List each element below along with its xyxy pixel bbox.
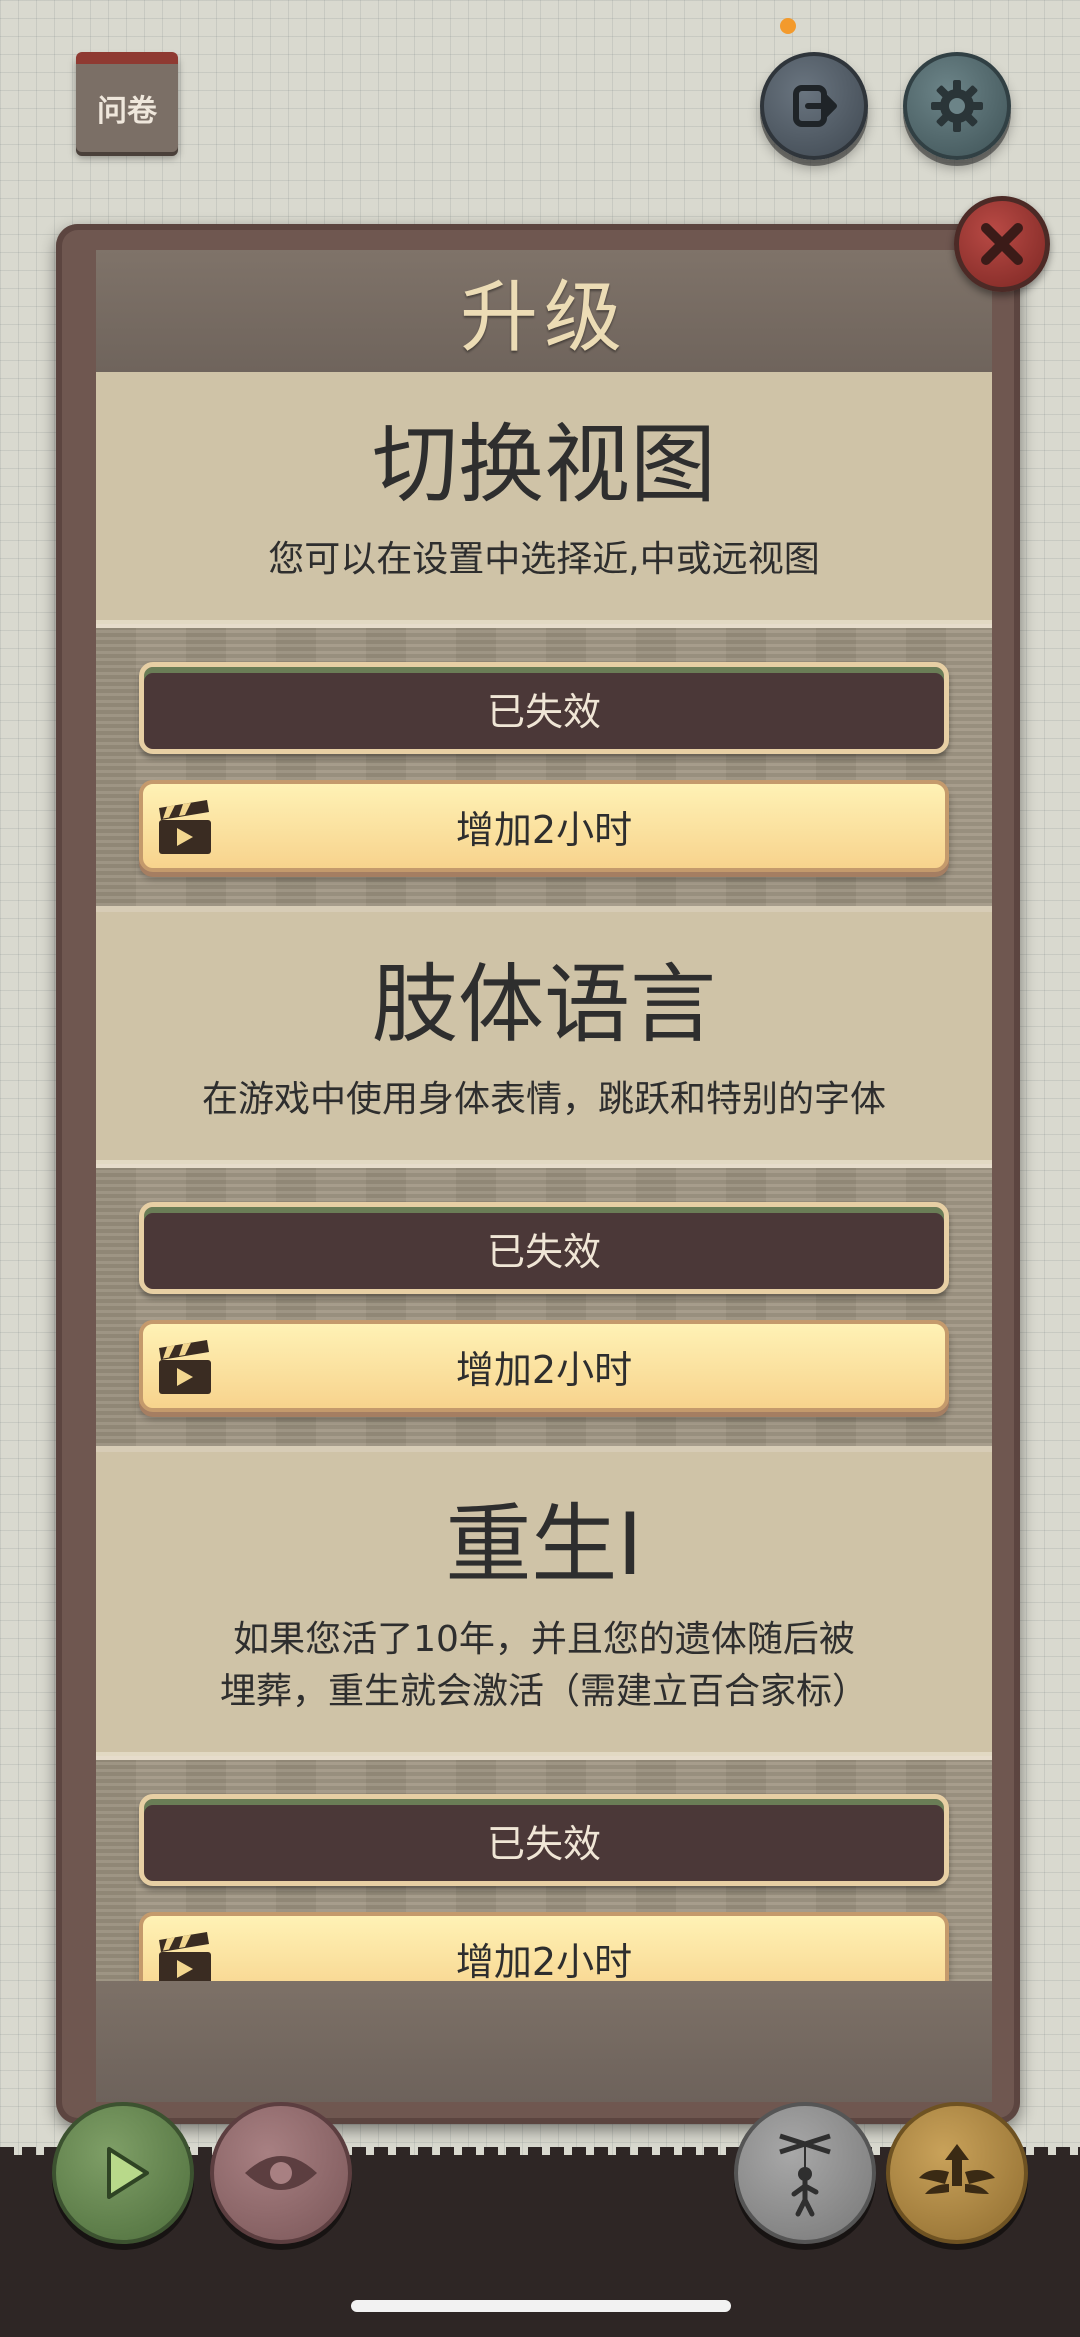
feature-title: 切换视图 [372, 415, 716, 515]
feature-title: 重生I [445, 1495, 643, 1595]
settings-button[interactable] [903, 52, 1011, 160]
clapperboard-icon [159, 1932, 211, 1981]
feature-info: 重生I 如果您活了10年，并且您的遗体随后被埋葬，重生就会激活（需建立百合家标） [96, 1452, 992, 1756]
play-button[interactable] [52, 2102, 194, 2244]
feature-actions: 已失效 增加2小时 [96, 624, 992, 912]
status-indicator-dot [780, 18, 796, 34]
feature-card: 肢体语言 在游戏中使用身体表情，跳跃和特别的字体 已失效 增加2小时 [96, 912, 992, 1452]
feature-info: 肢体语言 在游戏中使用身体表情，跳跃和特别的字体 [96, 912, 992, 1164]
upgrade-wings-button[interactable] [886, 2102, 1028, 2244]
survey-button[interactable]: 问卷 [76, 52, 178, 152]
eye-icon [245, 2156, 317, 2190]
expired-label: 已失效 [486, 1229, 601, 1274]
feature-description: 如果您活了10年，并且您的遗体随后被埋葬，重生就会激活（需建立百合家标） [219, 1619, 868, 1712]
upgrade-modal: 升级 切换视图 您可以在设置中选择近,中或远视图 已失效 增加2小时 肢体语言 … [96, 250, 992, 2102]
expired-label: 已失效 [486, 689, 601, 734]
add-time-button[interactable]: 增加2小时 [139, 1320, 949, 1412]
feature-card: 切换视图 您可以在设置中选择近,中或远视图 已失效 增加2小时 [96, 372, 992, 912]
play-icon [107, 2147, 149, 2199]
gear-icon [931, 80, 983, 132]
home-indicator[interactable] [351, 2300, 731, 2312]
modal-title: 升级 [96, 250, 992, 372]
puppet-icon [779, 2133, 831, 2217]
clapperboard-icon [159, 800, 211, 854]
exit-icon [793, 85, 837, 127]
feature-actions: 已失效 增加2小时 [96, 1756, 992, 1981]
add-time-label: 增加2小时 [455, 1347, 633, 1392]
expired-button[interactable]: 已失效 [139, 1794, 949, 1886]
feature-description: 您可以在设置中选择近,中或远视图 [268, 539, 820, 580]
close-button[interactable] [954, 196, 1050, 292]
feature-description: 在游戏中使用身体表情，跳跃和特别的字体 [201, 1079, 886, 1120]
survey-label: 问卷 [97, 94, 157, 129]
add-time-button[interactable]: 增加2小时 [139, 780, 949, 872]
exit-button[interactable] [760, 52, 868, 160]
clapperboard-icon [159, 1340, 211, 1394]
feature-title: 肢体语言 [372, 955, 716, 1055]
feature-actions: 已失效 增加2小时 [96, 1164, 992, 1452]
expired-label: 已失效 [486, 1821, 601, 1866]
feature-info: 切换视图 您可以在设置中选择近,中或远视图 [96, 372, 992, 624]
puppet-button[interactable] [734, 2102, 876, 2244]
modal-footer [96, 1981, 992, 2102]
feature-card: 重生I 如果您活了10年，并且您的遗体随后被埋葬，重生就会激活（需建立百合家标）… [96, 1452, 992, 1981]
add-time-label: 增加2小时 [455, 1939, 633, 1982]
expired-button[interactable]: 已失效 [139, 662, 949, 754]
close-icon [981, 223, 1023, 265]
feature-list[interactable]: 切换视图 您可以在设置中选择近,中或远视图 已失效 增加2小时 肢体语言 在游戏… [96, 372, 992, 1981]
view-button[interactable] [210, 2102, 352, 2244]
add-time-label: 增加2小时 [455, 807, 633, 852]
expired-button[interactable]: 已失效 [139, 1202, 949, 1294]
add-time-button[interactable]: 增加2小时 [139, 1912, 949, 1981]
wings-icon [919, 2144, 995, 2194]
